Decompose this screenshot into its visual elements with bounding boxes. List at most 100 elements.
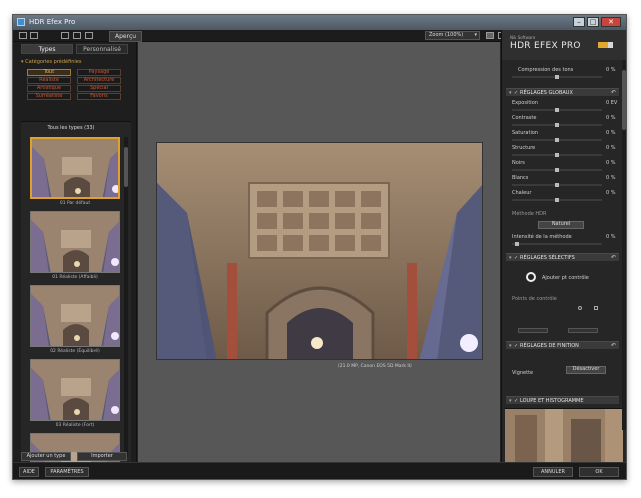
cancel-button[interactable]: ANNULER (533, 467, 573, 477)
single-view-icon[interactable] (19, 32, 27, 39)
category-favorites[interactable]: Favoris (77, 93, 121, 100)
blacks-label: Noirs (512, 160, 525, 166)
preset-label: 01 Réaliste (Affaibli) (52, 275, 98, 280)
type-tabs: Types Personnalisé (21, 44, 129, 54)
hdr-method-dropdown[interactable]: Naturel (538, 221, 584, 229)
whites-label: Blancs (512, 175, 529, 181)
blacks-slider[interactable] (512, 168, 602, 172)
slider-knob[interactable] (555, 138, 559, 142)
left-panel: Types Personnalisé ▾ Catégories prédéfin… (13, 42, 137, 463)
contrast-slider[interactable] (512, 123, 602, 127)
section-selective[interactable]: ▾ ✓ RÉGLAGES SÉLECTIFS ↶ (506, 253, 619, 261)
category-realistic[interactable]: Réaliste (27, 77, 71, 84)
slider-knob[interactable] (555, 153, 559, 157)
exposure-value: 0 EV (606, 100, 618, 106)
compression-slider[interactable] (512, 75, 602, 79)
add-control-point-label[interactable]: Ajouter pt contrôle (542, 275, 589, 281)
layout-one-icon[interactable] (61, 32, 69, 39)
right-scrollbar[interactable] (622, 60, 626, 430)
layout-three-icon[interactable] (85, 32, 93, 39)
delete-point-icon[interactable] (594, 306, 598, 310)
background-color-icon[interactable] (486, 32, 494, 39)
slider-knob[interactable] (555, 183, 559, 187)
preset-label: 03 Réaliste (Fort) (55, 423, 95, 428)
check-icon[interactable]: ✓ (514, 90, 518, 96)
categories-header[interactable]: ▾ Catégories prédéfinies (21, 59, 81, 65)
maximize-button[interactable]: □ (587, 17, 599, 27)
hdr-method-value: Naturel (551, 221, 571, 227)
preset-thumbnail[interactable] (30, 359, 120, 421)
slider-knob[interactable] (555, 168, 559, 172)
vignette-value: Désactiver (572, 366, 600, 372)
method-intensity-slider[interactable] (512, 242, 602, 246)
category-all[interactable]: Tout (27, 69, 71, 76)
minimize-button[interactable]: – (573, 17, 585, 27)
saturation-slider[interactable] (512, 138, 602, 142)
section-finishing[interactable]: ▾ ✓ RÉGLAGES DE FINITION ↶ (506, 341, 619, 349)
preset-thumbnail[interactable] (30, 211, 120, 273)
category-artistic[interactable]: Artistique (27, 85, 71, 92)
chevron-down-icon: ▾ (474, 32, 477, 38)
preset-label: 01 Par défaut (59, 201, 91, 206)
scrollbar-handle[interactable] (124, 147, 128, 187)
slider-knob[interactable] (515, 242, 519, 246)
section-loupe[interactable]: ▾ ✓ LOUPE ET HISTOGRAMME (506, 396, 619, 404)
slider-knob[interactable] (555, 75, 559, 79)
slider-knob[interactable] (555, 198, 559, 202)
category-special[interactable]: Spécial (77, 85, 121, 92)
category-surreal[interactable]: Surréaliste (27, 93, 71, 100)
tab-types[interactable]: Types (21, 44, 73, 54)
slider-knob[interactable] (555, 108, 559, 112)
thumbnail-scrollbar[interactable] (124, 137, 128, 457)
duplicate-button[interactable] (518, 328, 548, 333)
compression-value: 0 % (606, 67, 616, 73)
section-global[interactable]: ▾ ✓ RÉGLAGES GLOBAUX ↶ (506, 88, 619, 96)
reset-icon[interactable]: ↶ (611, 89, 616, 96)
zoom-dropdown[interactable]: Zoom (100%) ▾ (425, 31, 480, 40)
loupe-view[interactable] (505, 408, 623, 462)
chevron-down-icon: ▾ (509, 90, 512, 96)
saturation-value: 0 % (606, 130, 616, 136)
brand-name: HDR EFEX PRO (510, 41, 581, 51)
zoom-value: Zoom (100%) (429, 32, 464, 38)
scrollbar-handle[interactable] (622, 70, 626, 130)
group-button[interactable] (568, 328, 598, 333)
control-point-icon[interactable] (526, 272, 536, 282)
saturation-label: Saturation (512, 130, 539, 136)
vignette-dropdown[interactable]: Désactiver (566, 366, 606, 374)
brand-header: Nik Software HDR EFEX PRO (502, 30, 626, 60)
layout-two-icon[interactable] (73, 32, 81, 39)
reset-icon[interactable]: ↶ (611, 342, 616, 349)
check-icon[interactable]: ✓ (514, 343, 518, 349)
preset-thumbnail[interactable] (30, 285, 120, 347)
categories-header-label: Catégories prédéfinies (25, 59, 82, 65)
check-icon[interactable]: ✓ (514, 255, 518, 261)
import-button[interactable]: Importer (77, 452, 127, 461)
reset-icon[interactable]: ↶ (611, 254, 616, 261)
add-type-button[interactable]: Ajouter un type (21, 452, 71, 461)
window-title: HDR Efex Pro (29, 18, 76, 26)
warmth-slider[interactable] (512, 198, 602, 202)
close-button[interactable]: ✕ (601, 17, 621, 27)
tab-custom[interactable]: Personnalisé (76, 44, 128, 54)
exposure-slider[interactable] (512, 108, 602, 112)
ok-button[interactable]: OK (579, 467, 619, 477)
preview-button[interactable]: Aperçu (109, 31, 143, 42)
whites-slider[interactable] (512, 183, 602, 187)
photo-preview[interactable] (156, 142, 483, 360)
slider-knob[interactable] (555, 123, 559, 127)
check-icon[interactable]: ✓ (514, 398, 518, 404)
split-view-icon[interactable] (30, 32, 38, 39)
show-points-icon[interactable] (578, 306, 582, 310)
arch-thumbnail-image (32, 139, 118, 197)
preset-thumbnail[interactable] (30, 137, 120, 199)
structure-slider[interactable] (512, 153, 602, 157)
help-button[interactable]: AIDE (19, 467, 39, 477)
category-landscape[interactable]: Paysage (77, 69, 121, 76)
title-bar: HDR Efex Pro – □ ✕ (13, 15, 626, 30)
settings-button[interactable]: PARAMÈTRES (45, 467, 89, 477)
category-architecture[interactable]: Architecture (77, 77, 121, 84)
method-intensity-label: Intensité de la méthode (512, 234, 572, 240)
contrast-value: 0 % (606, 115, 616, 121)
blacks-value: 0 % (606, 160, 616, 166)
